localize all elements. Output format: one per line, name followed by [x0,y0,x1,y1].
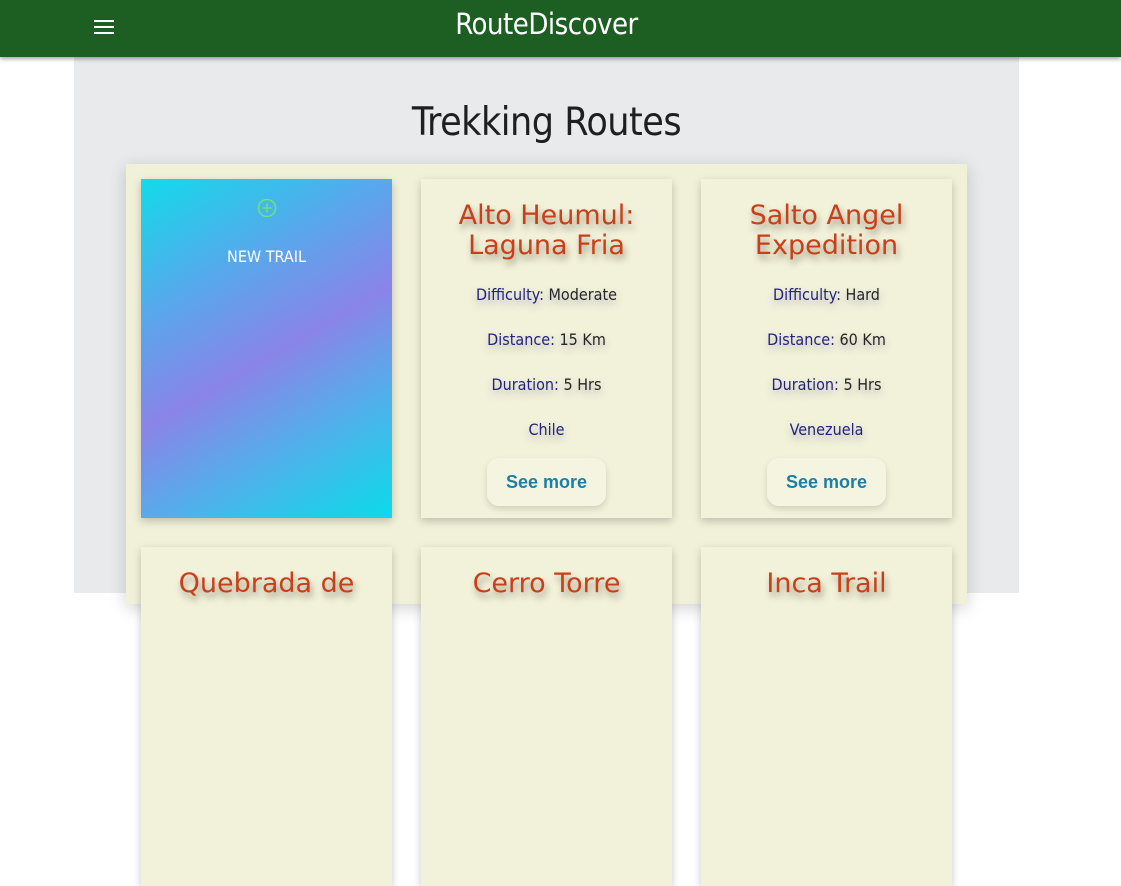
difficulty-value: Moderate [548,285,617,304]
app-brand[interactable]: RouteDiscover [0,7,1093,41]
route-card: Cerro Torre [421,547,672,886]
page-title: Trekking Routes [411,100,682,145]
distance-label: Distance: [767,330,835,349]
route-duration: Duration: 5 Hrs [421,375,672,394]
plus-circle-icon[interactable] [257,198,277,218]
difficulty-value: Hard [845,285,880,304]
duration-value: 5 Hrs [843,375,882,394]
new-trail-card[interactable]: NEW TRAIL [141,179,392,518]
route-title: Inca Trail [766,568,887,599]
see-more-button[interactable]: See more [767,458,886,506]
duration-label: Duration: [771,375,839,394]
route-card: Quebrada de [141,547,392,886]
route-card: Salto Angel Expedition Difficulty: Hard … [701,179,952,518]
route-title: Cerro Torre [472,568,621,599]
route-card: Alto Heumul: Laguna Fria Difficulty: Mod… [421,179,672,518]
duration-label: Duration: [491,375,559,394]
route-country: Venezuela [789,420,864,439]
route-title: Quebrada de [178,568,355,599]
difficulty-label: Difficulty: [476,285,544,304]
main-content: Trekking Routes NEW TRAIL Alto Heumul: L… [74,57,1019,886]
see-more-button[interactable]: See more [487,458,606,506]
route-difficulty: Difficulty: Moderate [421,285,672,304]
new-trail-label: NEW TRAIL [227,247,306,266]
duration-value: 5 Hrs [563,375,602,394]
route-duration: Duration: 5 Hrs [701,375,952,394]
routes-grid: NEW TRAIL Alto Heumul: Laguna Fria Diffi… [126,164,967,886]
top-navbar: RouteDiscover [0,0,1121,57]
route-title: Alto Heumul: Laguna Fria [458,200,635,261]
difficulty-label: Difficulty: [773,285,841,304]
route-title: Salto Angel Expedition [749,200,904,261]
distance-value: 15 Km [559,330,606,349]
route-difficulty: Difficulty: Hard [701,285,952,304]
route-distance: Distance: 15 Km [421,330,672,349]
route-distance: Distance: 60 Km [701,330,952,349]
route-country: Chile [528,420,565,439]
distance-label: Distance: [487,330,555,349]
route-card: Inca Trail [701,547,952,886]
distance-value: 60 Km [839,330,886,349]
